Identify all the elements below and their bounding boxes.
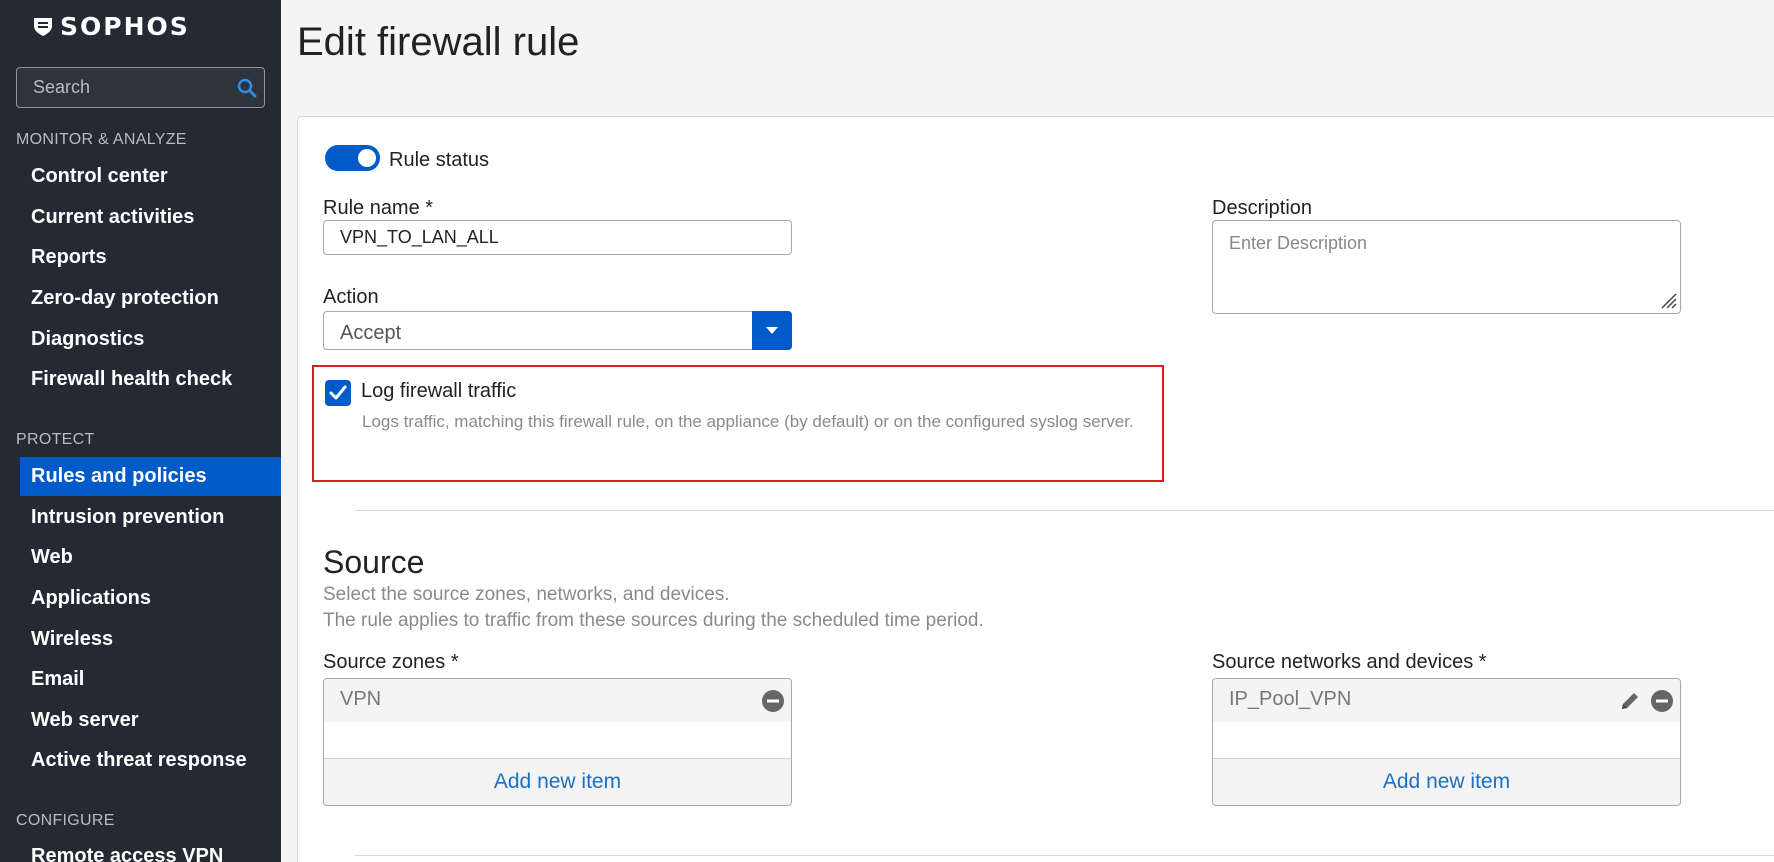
list-item: IP_Pool_VPN [1213,679,1680,722]
list-item: VPN [324,679,791,722]
source-networks-list: IP_Pool_VPN Add new item [1212,678,1681,806]
nav-item-control-center[interactable]: Control center [20,157,281,196]
rule-status-toggle[interactable] [325,145,380,171]
search-box [16,67,265,108]
remove-icon[interactable] [761,689,785,713]
nav-item-email[interactable]: Email [20,660,281,699]
sidebar: SOPHOS MONITOR & ANALYZE Control center … [0,0,281,862]
log-traffic-help: Logs traffic, matching this firewall rul… [362,412,1134,431]
source-network-item: IP_Pool_VPN [1229,688,1352,710]
action-label: Action [323,286,379,308]
page-title: Edit firewall rule [297,20,580,64]
rule-status-label: Rule status [389,149,490,171]
nav-item-applications[interactable]: Applications [20,579,281,618]
nav-section-protect: PROTECT [16,431,95,448]
section-divider [355,855,1774,856]
log-traffic-checkbox[interactable] [325,380,351,406]
action-dropdown-button[interactable] [752,311,792,350]
nav-item-zero-day-protection[interactable]: Zero-day protection [20,279,281,318]
nav-item-firewall-health-check[interactable]: Firewall health check [20,360,281,399]
nav-item-reports[interactable]: Reports [20,238,281,277]
chevron-down-icon [766,327,778,334]
source-zone-item: VPN [340,688,382,710]
sophos-shield-icon [34,18,52,36]
description-textarea[interactable] [1212,220,1681,314]
nav-item-rules-and-policies[interactable]: Rules and policies [20,457,281,496]
search-input[interactable] [17,68,227,107]
nav-section-configure: CONFIGURE [16,812,115,829]
nav-item-diagnostics[interactable]: Diagnostics [20,320,281,359]
source-zones-list: VPN Add new item [323,678,792,806]
nav-item-web[interactable]: Web [20,538,281,577]
source-desc-1: Select the source zones, networks, and d… [323,584,730,605]
toggle-knob [358,149,376,167]
nav-section-monitor: MONITOR & ANALYZE [16,131,187,148]
rule-name-input[interactable] [323,220,792,255]
add-source-zone-button[interactable]: Add new item [324,758,791,805]
log-traffic-label: Log firewall traffic [361,380,517,402]
source-desc-2: The rule applies to traffic from these s… [323,610,984,631]
nav-item-wireless[interactable]: Wireless [20,620,281,659]
source-zones-label: Source zones * [323,651,459,673]
nav-item-active-threat-response[interactable]: Active threat response [20,741,281,780]
edit-pencil-icon[interactable] [1618,689,1642,713]
checkmark-icon [329,385,347,400]
rule-name-label: Rule name * [323,197,434,219]
nav-item-intrusion-prevention[interactable]: Intrusion prevention [20,498,281,537]
resize-grip-icon[interactable] [1656,288,1678,310]
brand-name: SOPHOS [60,11,190,41]
nav-item-current-activities[interactable]: Current activities [20,198,281,237]
action-selected-value: Accept [340,322,402,344]
description-label: Description [1212,197,1313,219]
nav-item-web-server[interactable]: Web server [20,701,281,740]
remove-icon[interactable] [1650,689,1674,713]
source-section-title: Source [323,544,425,580]
sophos-logo[interactable]: SOPHOS [32,11,190,41]
source-networks-label: Source networks and devices * [1212,651,1487,673]
search-icon[interactable] [236,77,258,99]
nav-item-remote-access-vpn[interactable]: Remote access VPN [20,837,281,862]
section-divider [355,510,1774,511]
add-source-network-button[interactable]: Add new item [1213,758,1680,805]
action-select[interactable]: Accept [323,311,792,350]
